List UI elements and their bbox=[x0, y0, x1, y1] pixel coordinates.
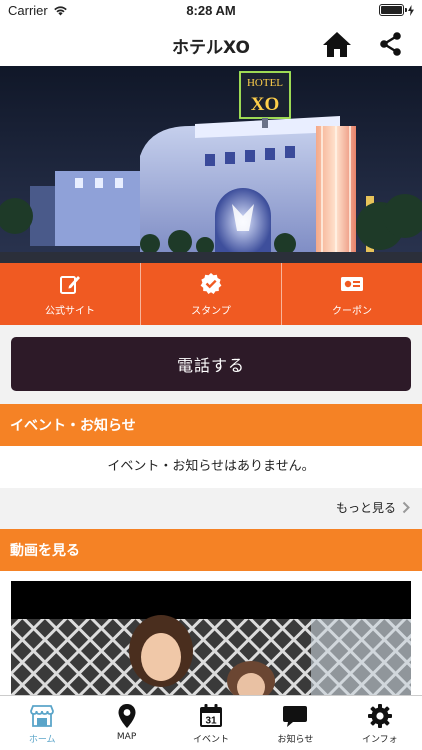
stamp-check-icon bbox=[200, 272, 222, 294]
stamp-label: スタンプ bbox=[191, 305, 231, 317]
battery-icon bbox=[379, 4, 407, 16]
tab-map-label: MAP bbox=[116, 732, 137, 742]
tab-event[interactable]: 31 イベント bbox=[169, 696, 253, 750]
tab-home-label: ホーム bbox=[28, 735, 56, 745]
official-site-label: 公式サイト bbox=[45, 305, 95, 317]
official-site-button[interactable]: 公式サイト bbox=[0, 263, 141, 325]
call-button[interactable]: 電話する bbox=[11, 337, 411, 391]
tab-info[interactable]: インフォ bbox=[338, 696, 422, 750]
chat-bubble-icon bbox=[283, 706, 308, 727]
navigation-bar: ホテルXO bbox=[0, 22, 422, 66]
hotel-sign-main: XO bbox=[251, 94, 280, 115]
hotel-photo-illustration: HOTEL XO bbox=[0, 66, 422, 263]
calendar-day-number: 31 bbox=[205, 716, 217, 727]
coupon-label: クーポン bbox=[332, 305, 372, 317]
stamp-button[interactable]: スタンプ bbox=[141, 263, 282, 325]
video-player[interactable] bbox=[11, 581, 411, 695]
page-title: ホテルXO bbox=[172, 38, 250, 58]
events-section-title: イベント・お知らせ bbox=[10, 418, 136, 434]
more-label: もっと見る bbox=[335, 500, 396, 515]
coupon-icon bbox=[341, 276, 363, 291]
home-icon[interactable] bbox=[322, 30, 352, 58]
map-pin-icon bbox=[118, 704, 136, 728]
tab-news[interactable]: お知らせ bbox=[253, 696, 337, 750]
tab-news-label: お知らせ bbox=[277, 735, 314, 745]
events-section-header: イベント・お知らせ bbox=[0, 404, 422, 446]
video-container bbox=[0, 571, 422, 695]
coupon-button[interactable]: クーポン bbox=[282, 263, 422, 325]
tab-info-label: インフォ bbox=[361, 735, 398, 745]
edit-icon bbox=[60, 275, 80, 294]
tab-map[interactable]: MAP bbox=[84, 696, 168, 750]
video-section-header: 動画を見る bbox=[0, 529, 422, 571]
charging-bolt-icon bbox=[408, 4, 414, 16]
tab-home[interactable]: ホーム bbox=[0, 696, 84, 750]
status-right bbox=[379, 4, 414, 16]
calendar-icon: 31 bbox=[200, 704, 223, 727]
events-more-link[interactable]: もっと見る bbox=[0, 488, 422, 526]
video-section-title: 動画を見る bbox=[10, 543, 80, 559]
chevron-right-icon bbox=[402, 501, 410, 513]
status-time: 8:28 AM bbox=[186, 3, 236, 18]
action-bar: 公式サイト スタンプ クーポン bbox=[0, 263, 422, 325]
home-store-icon bbox=[30, 705, 55, 727]
status-bar: Carrier 8:28 AM bbox=[0, 0, 422, 22]
events-empty-message: イベント・お知らせはありません。 bbox=[0, 446, 422, 488]
hotel-sign-top: HOTEL bbox=[247, 77, 283, 89]
gear-icon bbox=[367, 704, 392, 728]
tab-event-label: イベント bbox=[193, 735, 230, 745]
share-icon[interactable] bbox=[378, 31, 404, 57]
video-thumbnail bbox=[11, 581, 411, 695]
tab-bar: ホーム MAP 31 イベント お知らせ インフォ bbox=[0, 695, 422, 750]
hotel-photo: HOTEL XO bbox=[0, 66, 422, 263]
